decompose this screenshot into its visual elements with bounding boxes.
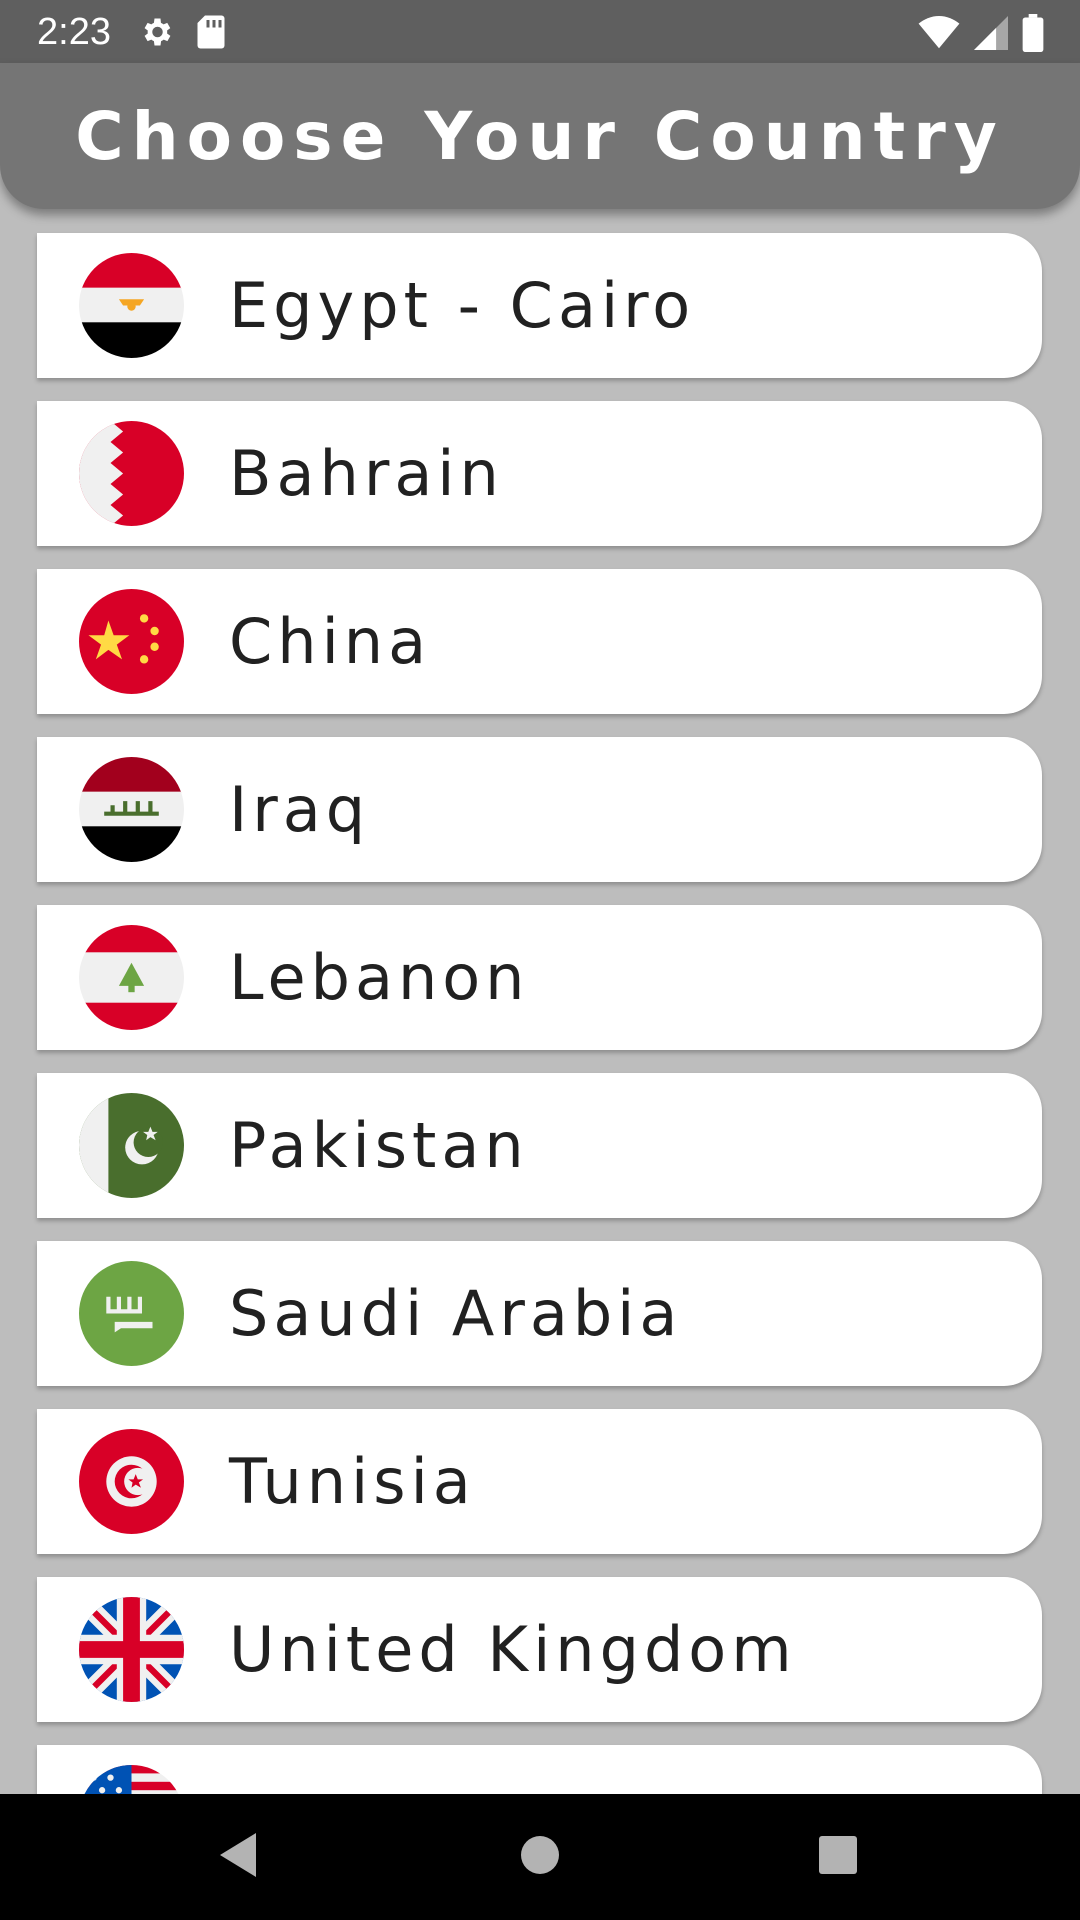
egypt-flag-icon: [79, 253, 184, 358]
page-title: Choose Your Country: [75, 97, 1005, 175]
status-time: 2:23: [37, 11, 111, 53]
gear-icon: [138, 14, 174, 55]
country-item-pakistan[interactable]: Pakistan: [37, 1073, 1042, 1218]
country-name: Pakistan: [229, 1109, 529, 1182]
iraq-flag-icon: [79, 757, 184, 862]
recents-button[interactable]: [778, 1794, 898, 1920]
home-icon: [520, 1835, 560, 1880]
battery-icon: [1022, 14, 1044, 57]
wifi-icon: [918, 16, 960, 55]
united-kingdom-flag-icon: [79, 1597, 184, 1702]
app-header: Choose Your Country: [0, 63, 1080, 209]
country-name: Iraq: [229, 773, 371, 846]
country-name: China: [229, 605, 432, 678]
tunisia-flag-icon: [79, 1429, 184, 1534]
home-button[interactable]: [480, 1794, 600, 1920]
china-flag-icon: [79, 589, 184, 694]
back-icon: [216, 1831, 260, 1884]
pakistan-flag-icon: [79, 1093, 184, 1198]
country-item-united-kingdom[interactable]: United Kingdom: [37, 1577, 1042, 1722]
country-item-bahrain[interactable]: Bahrain: [37, 401, 1042, 546]
country-name: Tunisia: [229, 1445, 476, 1518]
country-name: Bahrain: [229, 437, 504, 510]
united-states-flag-icon: [79, 1765, 184, 1794]
recents-icon: [818, 1835, 858, 1880]
country-item-saudi-arabia[interactable]: Saudi Arabia: [37, 1241, 1042, 1386]
navigation-bar: [0, 1794, 1080, 1920]
country-name: United Kingdom: [229, 1613, 797, 1686]
country-name: Saudi Arabia: [229, 1277, 683, 1350]
country-item-china[interactable]: China: [37, 569, 1042, 714]
country-item-iraq[interactable]: Iraq: [37, 737, 1042, 882]
country-name: Lebanon: [229, 941, 530, 1014]
country-item-lebanon[interactable]: Lebanon: [37, 905, 1042, 1050]
country-list[interactable]: Egypt - Cairo Bahrain China Iraq Lebanon…: [0, 209, 1080, 1794]
bahrain-flag-icon: [79, 421, 184, 526]
saudi-arabia-flag-icon: [79, 1261, 184, 1366]
country-item-tunisia[interactable]: Tunisia: [37, 1409, 1042, 1554]
country-name: Egypt - Cairo: [229, 269, 696, 342]
country-item-egypt[interactable]: Egypt - Cairo: [37, 233, 1042, 378]
sd-card-icon: [196, 14, 226, 55]
back-button[interactable]: [178, 1794, 298, 1920]
status-bar: 2:23: [0, 0, 1080, 63]
country-item-united-states[interactable]: [37, 1745, 1042, 1794]
signal-icon: [974, 16, 1008, 55]
lebanon-flag-icon: [79, 925, 184, 1030]
